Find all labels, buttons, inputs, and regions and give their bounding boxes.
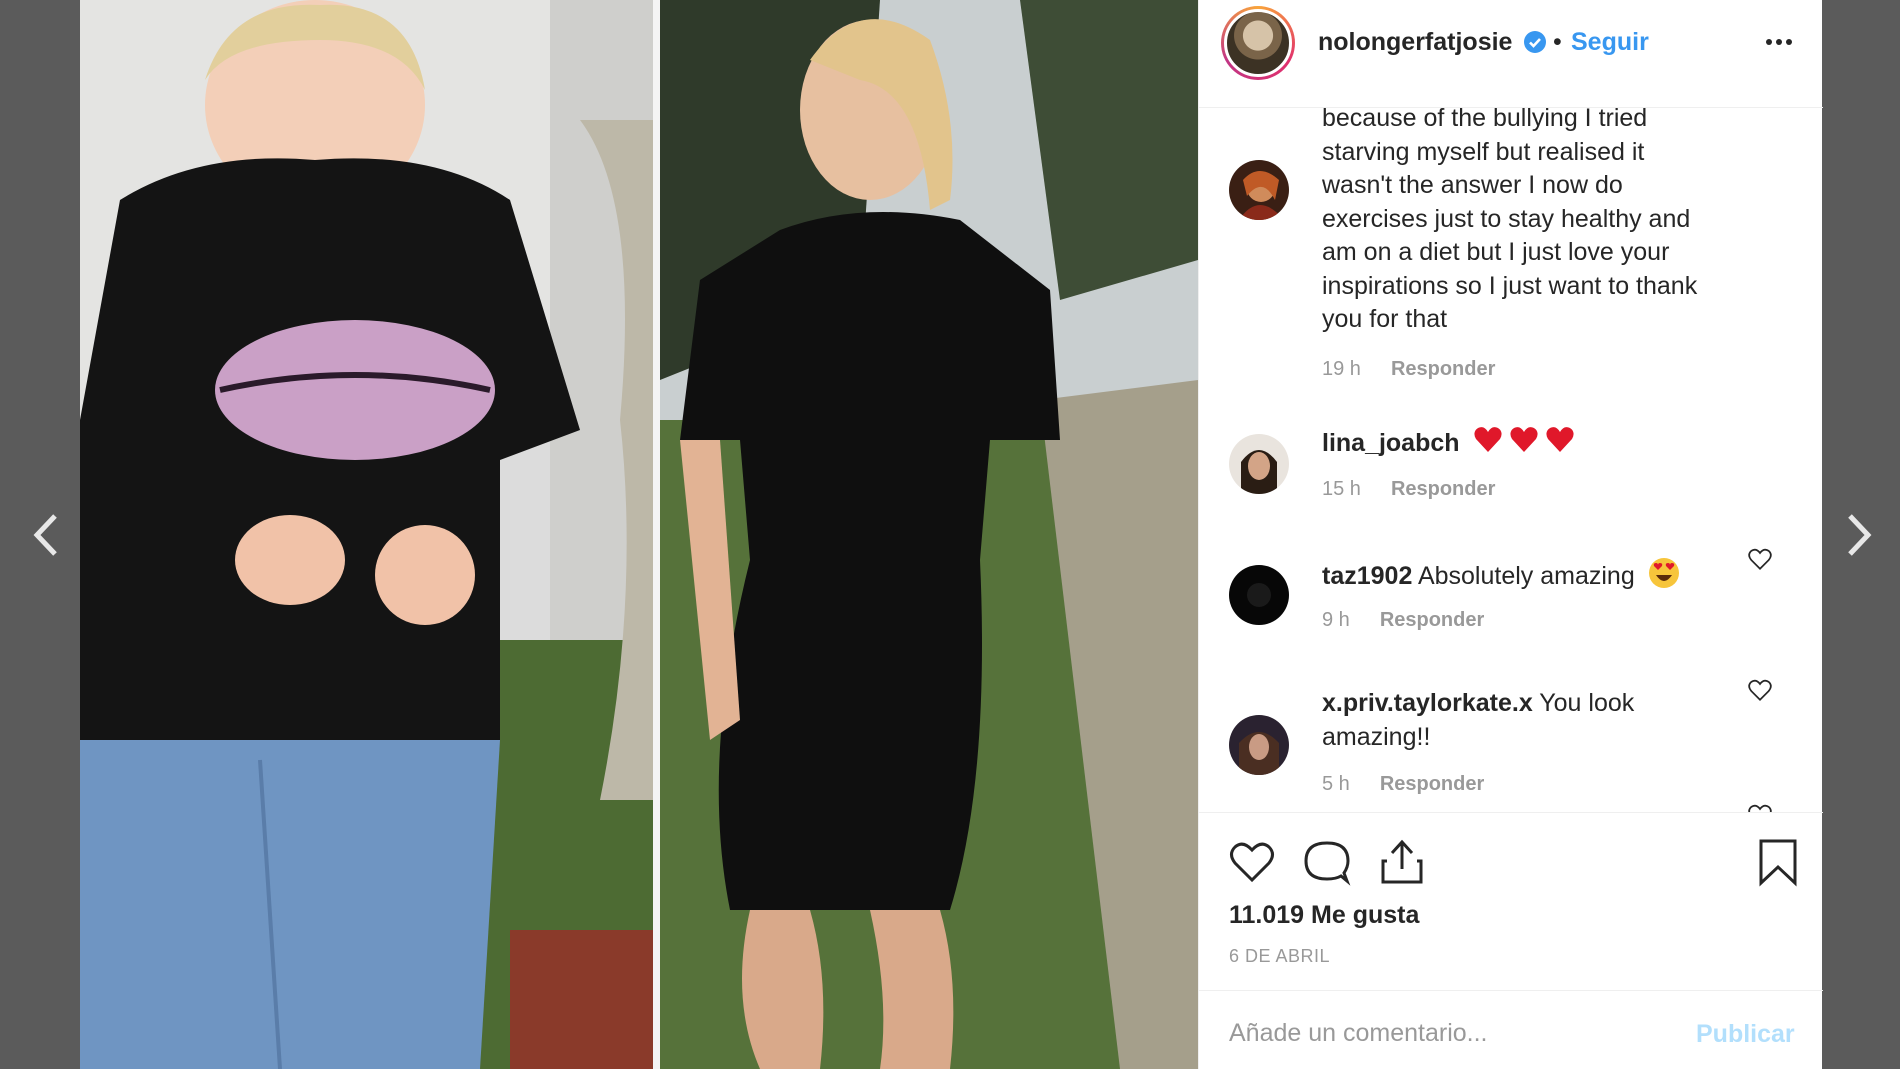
post-photo[interactable]	[80, 0, 1198, 1069]
more-options-button[interactable]	[1759, 24, 1799, 60]
comment-username[interactable]: taz1902	[1322, 562, 1412, 590]
comment-meta: 5 h Responder	[1322, 773, 1484, 796]
comment-text: lina_joabch	[1322, 426, 1742, 461]
reply-button[interactable]: Responder	[1391, 478, 1495, 501]
post-actions: 11.019 Me gusta 6 DE ABRIL	[1199, 812, 1823, 990]
bookmark-icon[interactable]	[1753, 837, 1803, 887]
avatar[interactable]	[1229, 565, 1289, 625]
owner-username[interactable]: nolongerfatjosie	[1318, 28, 1512, 57]
reply-button[interactable]: Responder	[1380, 773, 1484, 796]
comment-time[interactable]: 9 h	[1322, 609, 1350, 632]
comment-time[interactable]: 19 h	[1322, 358, 1361, 381]
comment-time[interactable]: 15 h	[1322, 478, 1361, 501]
verified-badge-icon	[1524, 31, 1546, 53]
header-separator: •	[1553, 28, 1562, 56]
follow-button[interactable]: Seguir	[1571, 28, 1649, 57]
post-sidebar: nolongerfatjosie • Seguir because of the…	[1198, 0, 1823, 1069]
comment-like-icon[interactable]	[1747, 546, 1773, 572]
heart-eyes-emoji-icon	[1648, 558, 1679, 588]
comment-meta: 9 h Responder	[1322, 609, 1484, 632]
comments-list[interactable]: because of the bullying I tried starving…	[1199, 108, 1823, 812]
comment-username[interactable]: x.priv.taylorkate.x	[1322, 689, 1533, 717]
add-comment-form: Publicar	[1199, 990, 1823, 1069]
after-photo	[660, 0, 1198, 1069]
chevron-right-icon	[1848, 514, 1872, 556]
comment-body: You look	[1539, 689, 1635, 717]
photo-divider	[653, 0, 660, 1069]
previous-post-button[interactable]	[15, 505, 75, 565]
avatar[interactable]	[1229, 160, 1289, 220]
avatar[interactable]	[1229, 434, 1289, 494]
likes-count[interactable]: 11.019 Me gusta	[1229, 901, 1419, 930]
heart-emoji-icon	[1473, 427, 1581, 457]
comment-text: x.priv.taylorkate.x You look amazing!!	[1322, 687, 1742, 754]
comment-body: Absolutely amazing	[1417, 562, 1635, 590]
next-post-button[interactable]	[1830, 505, 1890, 565]
comment-meta: 19 h Responder	[1322, 358, 1495, 381]
comment-time[interactable]: 5 h	[1322, 773, 1350, 796]
comment-like-icon[interactable]	[1747, 802, 1773, 812]
reply-button[interactable]: Responder	[1380, 609, 1484, 632]
publish-button[interactable]: Publicar	[1696, 1020, 1795, 1049]
more-options-icon	[1766, 39, 1772, 45]
speech-bubble-icon[interactable]	[1302, 837, 1352, 887]
comment-body-line2: amazing!!	[1322, 722, 1431, 751]
heart-outline-icon[interactable]	[1227, 837, 1277, 887]
owner-avatar[interactable]	[1221, 6, 1295, 80]
comment-input[interactable]	[1229, 1013, 1669, 1053]
post-header: nolongerfatjosie • Seguir	[1199, 0, 1823, 108]
before-photo	[80, 0, 653, 1069]
comment-text: because of the bullying I tried starving…	[1322, 108, 1698, 333]
chevron-left-icon	[33, 514, 57, 556]
share-upload-icon[interactable]	[1377, 837, 1427, 887]
comment-meta: 15 h Responder	[1322, 478, 1495, 501]
comment-like-icon[interactable]	[1747, 677, 1773, 703]
comment-text: taz1902 Absolutely amazing	[1322, 557, 1742, 594]
avatar[interactable]	[1229, 715, 1289, 775]
reply-button[interactable]: Responder	[1391, 358, 1495, 381]
post-date: 6 DE ABRIL	[1229, 946, 1331, 966]
comment-username[interactable]: lina_joabch	[1322, 429, 1460, 457]
